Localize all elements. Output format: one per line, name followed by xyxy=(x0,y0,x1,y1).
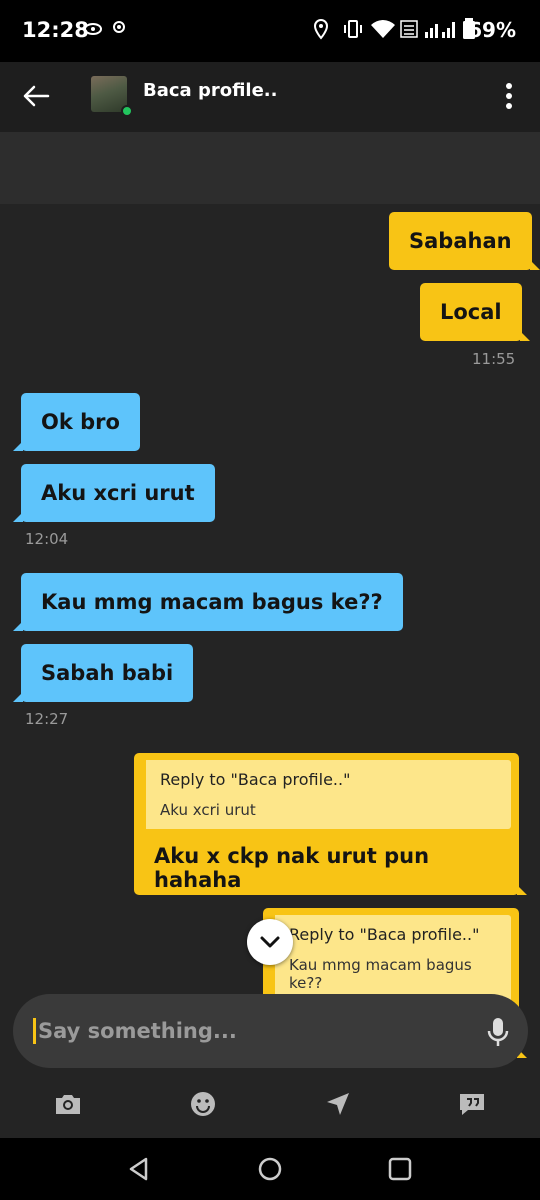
emoji-icon[interactable] xyxy=(187,1088,219,1120)
message-timestamp: 11:55 xyxy=(472,350,516,368)
volte-icon xyxy=(400,20,418,38)
camera-icon[interactable] xyxy=(52,1088,84,1120)
vibrate-icon xyxy=(344,20,362,38)
outgoing-reply-message[interactable]: Reply to "Baca profile.." Aku xcri urut … xyxy=(134,753,527,895)
message-text: Aku xcri urut xyxy=(41,481,195,505)
quoted-message[interactable]: Reply to "Baca profile.." Aku xcri urut xyxy=(142,760,511,829)
system-navigation-bar xyxy=(0,1138,540,1200)
contact-name[interactable]: Baca profile.. xyxy=(143,80,277,101)
chevron-down-icon xyxy=(260,936,280,948)
message-timestamp: 12:04 xyxy=(25,530,69,548)
message-composer xyxy=(13,994,528,1068)
composer-actions xyxy=(0,1070,540,1138)
message-text: Sabah babi xyxy=(41,661,174,685)
message-text: Local xyxy=(440,300,502,324)
signal-icon xyxy=(425,22,455,38)
saved-phrases-icon[interactable] xyxy=(456,1088,488,1120)
quote-text: Kau mmg macam bagus ke?? xyxy=(289,956,472,992)
location-pin-icon xyxy=(313,18,329,40)
back-nav-icon[interactable] xyxy=(124,1154,154,1184)
status-time: 12:28 xyxy=(22,18,89,42)
battery-level: 69% xyxy=(468,18,516,42)
scroll-to-bottom-button[interactable] xyxy=(247,919,293,965)
incoming-message[interactable]: Sabah babi xyxy=(12,644,194,702)
incoming-message[interactable]: Aku xcri urut xyxy=(13,464,215,522)
outgoing-message[interactable]: Local xyxy=(420,283,530,341)
message-timestamp: 12:27 xyxy=(25,710,69,728)
quote-text: Aku xcri urut xyxy=(160,801,256,819)
chat-screen: 12:28 69% Baca profile.. Sabahan Local 1… xyxy=(0,0,540,1200)
microphone-icon[interactable] xyxy=(483,1016,513,1048)
profile-banner xyxy=(0,132,540,204)
app-notification-icon xyxy=(84,23,102,35)
hotspot-icon xyxy=(113,20,125,34)
recents-nav-icon[interactable] xyxy=(385,1154,415,1184)
message-text: Ok bro xyxy=(41,410,120,434)
location-icon[interactable] xyxy=(322,1088,354,1120)
avatar[interactable] xyxy=(91,76,133,117)
wifi-icon xyxy=(371,20,395,38)
back-arrow-icon[interactable] xyxy=(18,78,54,114)
status-bar: 12:28 69% xyxy=(0,0,540,62)
message-text: Kau mmg macam bagus ke?? xyxy=(41,590,383,614)
more-options-icon[interactable] xyxy=(494,78,524,114)
quote-header: Reply to "Baca profile.." xyxy=(160,770,351,789)
message-text: Sabahan xyxy=(409,229,512,253)
quoted-message[interactable]: Reply to "Baca profile.." Kau mmg macam … xyxy=(271,915,511,1002)
quote-header: Reply to "Baca profile.." xyxy=(289,925,480,944)
incoming-message[interactable]: Ok bro xyxy=(13,393,140,451)
chat-header: Baca profile.. xyxy=(0,62,540,132)
outgoing-message[interactable]: Sabahan xyxy=(389,212,540,270)
message-input[interactable] xyxy=(33,1018,463,1044)
incoming-message[interactable]: Kau mmg macam bagus ke?? xyxy=(13,573,403,631)
home-nav-icon[interactable] xyxy=(255,1154,285,1184)
message-text: Aku x ckp nak urut pun hahaha xyxy=(154,844,430,892)
online-indicator xyxy=(121,105,133,117)
